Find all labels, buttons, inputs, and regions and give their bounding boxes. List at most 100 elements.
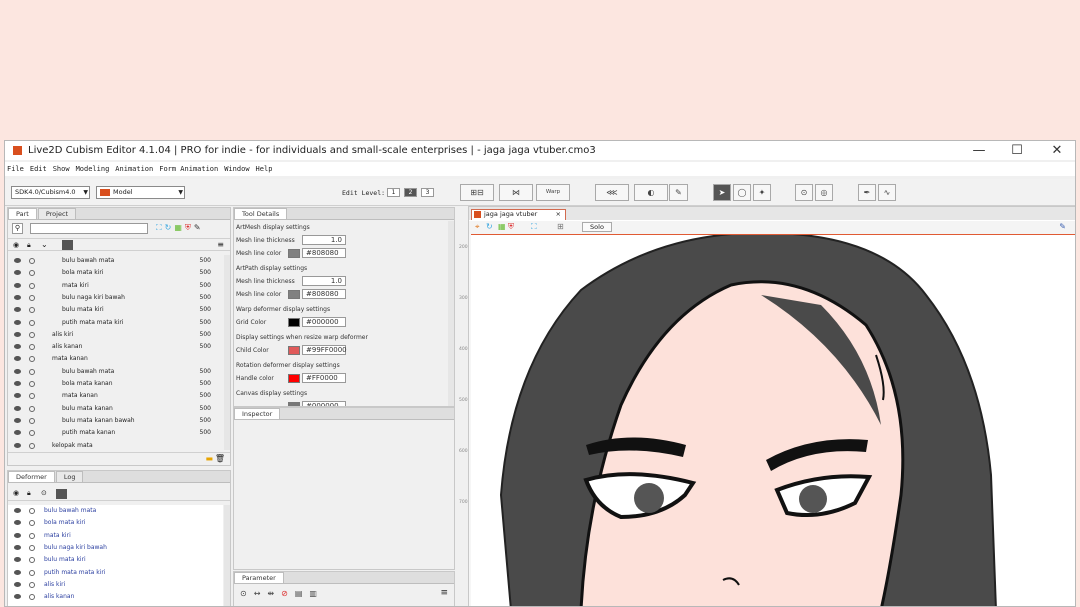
lock-toggle-icon[interactable] (29, 405, 35, 412)
tab-deformer[interactable]: Deformer (8, 471, 55, 482)
eye-icon[interactable] (14, 430, 21, 436)
refresh-icon[interactable]: ↻ (486, 222, 493, 231)
tab-log[interactable]: Log (55, 471, 84, 482)
lock-toggle-icon[interactable] (29, 356, 35, 363)
eye-icon[interactable] (14, 557, 21, 563)
color-swatch[interactable] (288, 373, 300, 383)
tab-part[interactable]: Part (8, 208, 37, 219)
table-icon[interactable]: ▤ (295, 589, 310, 598)
part-row[interactable]: alis kanan 500 (8, 341, 223, 353)
color-swatch[interactable] (288, 317, 300, 327)
lock-toggle-icon[interactable] (29, 270, 35, 277)
menu-icon[interactable]: ≡ (217, 240, 224, 249)
link-icon[interactable]: ↻ (165, 223, 175, 232)
deformer-row[interactable]: putih mata mata kiri (8, 567, 223, 579)
sdk-version-select[interactable]: SDK4.0/Cubism4.0 ▼ (11, 186, 90, 199)
lock-toggle-icon[interactable] (29, 544, 35, 551)
part-row[interactable]: mata kiri 500 (8, 280, 223, 292)
lock-toggle-icon[interactable] (29, 430, 35, 437)
part-row[interactable]: putih mata mata kiri 500 (8, 317, 223, 329)
eye-icon[interactable] (14, 417, 21, 423)
pin-tool-icon[interactable]: ⊙ (795, 184, 813, 201)
fit-icon[interactable]: ⛶ (531, 222, 537, 232)
eye-icon[interactable] (14, 368, 21, 374)
setting-value-field[interactable]: #99FF0000 (302, 345, 347, 355)
part-row[interactable]: bulu naga kiri bawah 500 (8, 292, 223, 304)
menu-icon[interactable]: ≡ (440, 588, 448, 598)
lock-icon[interactable]: 🔒︎ (27, 489, 31, 498)
deformer-row[interactable]: bulu bawah mata (8, 505, 223, 517)
lock-toggle-icon[interactable] (29, 282, 35, 289)
eye-icon[interactable]: ◉ (13, 489, 19, 497)
spin-tool-icon[interactable]: ◎ (815, 184, 833, 201)
eye-icon[interactable] (14, 270, 21, 276)
search-icon[interactable]: ⚲ (12, 223, 23, 234)
link-icon[interactable]: ⇹ (267, 589, 281, 598)
color-swatch[interactable] (288, 248, 300, 258)
eye-icon[interactable] (14, 356, 21, 362)
menu-edit[interactable]: Edit (30, 165, 47, 173)
lock-toggle-icon[interactable] (29, 520, 35, 527)
setting-value-field[interactable]: #FF0000 (302, 373, 346, 383)
eye-icon[interactable] (14, 294, 21, 300)
eye-icon[interactable] (14, 442, 21, 448)
tab-tool-details[interactable]: Tool Details (234, 208, 288, 219)
lock-toggle-icon[interactable] (29, 508, 35, 514)
grid-icon[interactable]: ▦ (498, 222, 506, 231)
warp-tool-button[interactable]: Warp (536, 184, 570, 201)
arrow-select-icon[interactable]: ➤ (713, 184, 731, 201)
minimize-button[interactable]: — (960, 141, 998, 160)
deformer-row[interactable]: alis kiri (8, 579, 223, 591)
model-artwork[interactable] (471, 234, 1075, 606)
part-row[interactable]: alis kiri 500 (8, 329, 223, 341)
setting-value-field[interactable]: 1.0 (302, 235, 346, 245)
part-mode-icon[interactable] (62, 240, 73, 250)
brush-select-icon[interactable]: ✦ (753, 184, 771, 201)
deformer-row[interactable]: bulu naga kiri bawah (8, 542, 223, 554)
tool-details-scrollbar[interactable] (448, 221, 454, 406)
tab-parameter[interactable]: Parameter (234, 572, 284, 583)
lock-toggle-icon[interactable] (29, 417, 35, 424)
deformer-row[interactable]: alis kanan (8, 591, 223, 603)
shield-icon[interactable]: ⛨ (508, 222, 514, 232)
lock-toggle-icon[interactable] (29, 532, 35, 539)
edit-level-1[interactable]: 1 (387, 188, 400, 197)
setting-value-field[interactable]: #000000 (302, 317, 346, 327)
part-row[interactable]: putih mata kanan 500 (8, 427, 223, 439)
trash-icon[interactable]: 🗑︎ (215, 454, 225, 463)
setting-value-field[interactable]: 1.0 (302, 276, 346, 286)
lock-toggle-icon[interactable] (29, 393, 35, 400)
part-row[interactable]: mata kanan 500 (8, 390, 223, 402)
part-row[interactable]: bulu bawah mata 500 (8, 366, 223, 378)
eye-icon[interactable] (14, 544, 21, 550)
play-icon[interactable]: ⊙ (41, 489, 47, 497)
maximize-button[interactable]: ☐ (998, 141, 1036, 160)
eye-icon[interactable] (14, 508, 21, 513)
lock-toggle-icon[interactable] (29, 581, 35, 588)
pin-icon[interactable]: ✎ (1059, 222, 1066, 231)
list-icon[interactable]: ▥ (309, 589, 324, 598)
menu-window[interactable]: Window (224, 165, 249, 173)
delete-key-icon[interactable]: ⊘ (281, 589, 295, 598)
eye-icon[interactable] (14, 581, 21, 587)
eye-icon[interactable] (14, 282, 21, 288)
menu-file[interactable]: File (7, 165, 24, 173)
folder-icon[interactable]: ▬ (205, 454, 213, 463)
lock-toggle-icon[interactable] (29, 344, 35, 351)
chevron-down-icon[interactable]: ⌄ (41, 240, 48, 249)
lock-toggle-icon[interactable] (29, 381, 35, 387)
menu-modeling[interactable]: Modeling (76, 165, 110, 173)
canvas-tab[interactable]: jaga jaga vtuber × (471, 209, 566, 220)
part-row[interactable]: bola mata kanan 500 (8, 378, 223, 390)
color-swatch[interactable] (288, 345, 300, 355)
eye-icon[interactable] (14, 520, 21, 526)
path-tools-button[interactable]: ⋈ (499, 184, 533, 201)
part-row[interactable]: bulu mata kiri 500 (8, 304, 223, 316)
pen-icon[interactable]: ✎ (194, 223, 204, 232)
tab-project[interactable]: Project (37, 208, 77, 219)
menu-form-animation[interactable]: Form Animation (159, 165, 218, 173)
paint-tool-button[interactable]: ✎ (669, 184, 688, 201)
tab-inspector[interactable]: Inspector (234, 408, 281, 419)
lock-toggle-icon[interactable] (29, 258, 35, 264)
setting-value-field[interactable]: #808080 (302, 289, 346, 299)
